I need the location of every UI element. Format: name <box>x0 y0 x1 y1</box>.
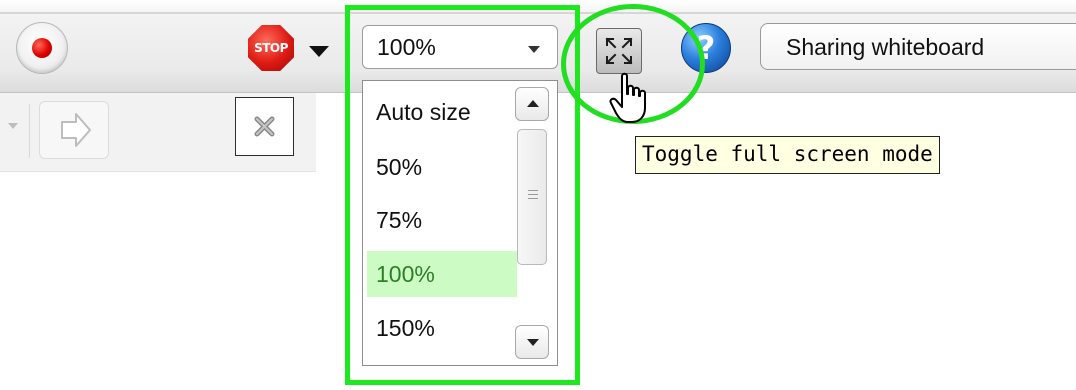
arrow-right-icon <box>61 113 91 147</box>
stop-button[interactable]: STOP <box>248 25 294 71</box>
sharing-status-label: Sharing whiteboard <box>786 34 985 60</box>
stop-sign-icon: STOP <box>248 25 294 71</box>
forward-button[interactable] <box>39 101 109 159</box>
close-button[interactable] <box>235 97 294 156</box>
stop-dropdown-caret-icon[interactable] <box>309 46 329 57</box>
tooltip: Toggle full screen mode <box>635 136 940 174</box>
tooltip-text: Toggle full screen mode <box>642 142 933 166</box>
stop-label: STOP <box>254 41 288 55</box>
record-button[interactable] <box>16 22 68 74</box>
record-icon <box>32 38 52 58</box>
hand-pointer-icon <box>609 72 646 123</box>
chevron-down-icon[interactable] <box>8 123 18 129</box>
close-icon <box>254 116 275 137</box>
highlight-rectangle <box>345 5 580 385</box>
sharing-status: Sharing whiteboard <box>760 23 1076 70</box>
divider <box>29 104 30 158</box>
